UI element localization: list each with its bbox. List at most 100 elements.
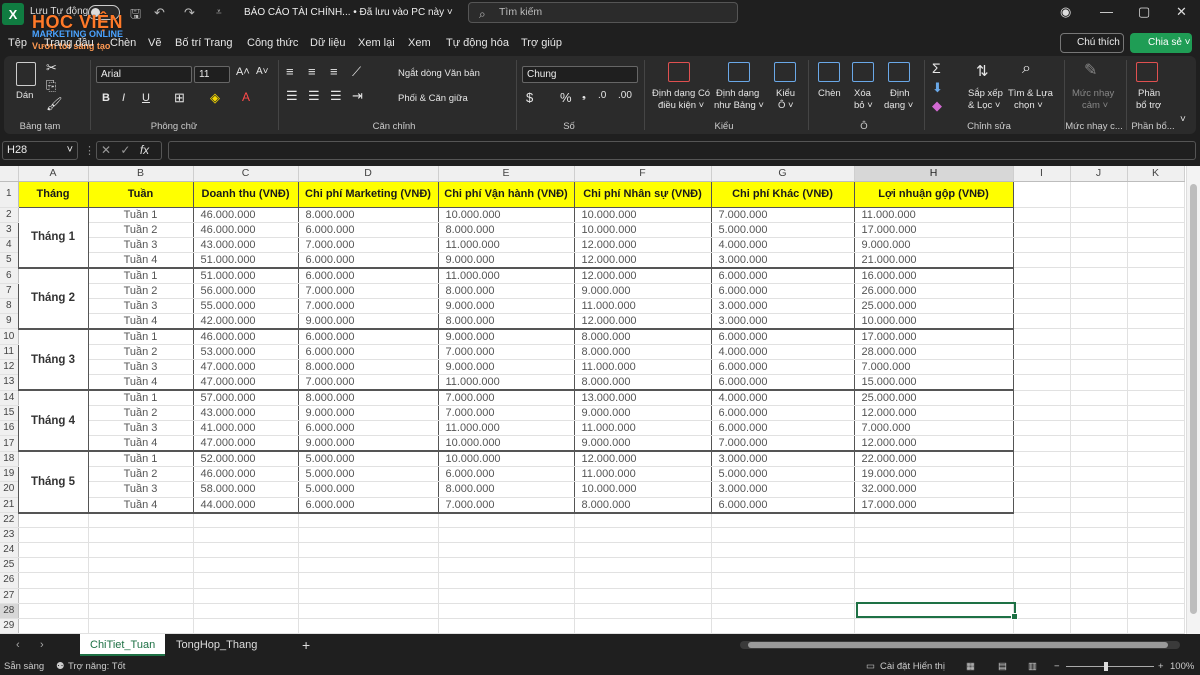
column-header-j[interactable]: J [1070, 166, 1128, 182]
column-header-e[interactable]: E [438, 166, 575, 182]
accessibility-status[interactable]: Trợ năng: Tốt [68, 661, 125, 672]
data-cell[interactable]: Tuần 2 [87, 344, 194, 361]
data-cell[interactable]: 5.000.000 [297, 451, 439, 468]
menu-home[interactable]: Trang đầu [44, 37, 94, 49]
data-cell[interactable]: 41.000.000 [192, 420, 299, 437]
cell[interactable] [854, 527, 1014, 544]
column-header-b[interactable]: B [88, 166, 194, 182]
cell[interactable] [711, 603, 855, 619]
cell[interactable] [1013, 618, 1071, 634]
cell[interactable] [1013, 481, 1071, 498]
align-left-icon[interactable]: ☰ [286, 88, 298, 104]
row-header[interactable]: 11 [0, 344, 19, 361]
data-cell[interactable]: 3.000.000 [710, 252, 855, 269]
month-cell[interactable]: Tháng 3 [17, 328, 89, 392]
cell[interactable] [711, 572, 855, 589]
cell[interactable] [1127, 588, 1185, 604]
data-cell[interactable]: Tuần 4 [87, 313, 194, 330]
data-cell[interactable]: 8.000.000 [297, 359, 439, 376]
cell[interactable] [711, 512, 855, 529]
cell[interactable] [1070, 252, 1128, 269]
cell[interactable] [574, 527, 712, 544]
header-cell[interactable]: Lợi nhuận gộp (VNĐ) [853, 180, 1014, 208]
row-header[interactable]: 19 [0, 466, 19, 483]
data-cell[interactable]: Tuần 3 [87, 298, 194, 314]
cell[interactable] [88, 527, 194, 544]
cell[interactable] [854, 618, 1014, 634]
cell[interactable] [1070, 466, 1128, 483]
data-cell[interactable]: 6.000.000 [297, 420, 439, 437]
data-cell[interactable]: 22.000.000 [853, 451, 1014, 468]
cell[interactable] [1013, 283, 1071, 299]
data-cell[interactable]: 9.000.000 [437, 298, 575, 314]
cell[interactable] [1070, 451, 1128, 468]
cell[interactable] [18, 572, 89, 589]
sort-filter-icon[interactable]: ⇅ [976, 62, 989, 80]
clear-icon[interactable]: ◆ [932, 98, 942, 114]
data-cell[interactable]: Tuần 1 [87, 328, 194, 345]
decrease-decimal-icon[interactable]: .00 [618, 90, 632, 101]
zoom-in-icon[interactable]: + [1158, 661, 1164, 672]
cell[interactable] [1127, 181, 1185, 208]
cell[interactable] [18, 618, 89, 634]
column-header-i[interactable]: I [1013, 166, 1071, 182]
data-cell[interactable]: 25.000.000 [853, 298, 1014, 314]
align-bottom-icon[interactable]: ≡ [330, 64, 338, 79]
data-cell[interactable]: 11.000.000 [853, 207, 1014, 223]
data-cell[interactable]: 7.000.000 [437, 390, 575, 407]
cell[interactable] [1070, 328, 1128, 345]
paste-label[interactable]: Dán [16, 90, 33, 101]
format-table-icon[interactable] [728, 62, 750, 82]
data-cell[interactable]: 7.000.000 [853, 359, 1014, 376]
cell[interactable] [574, 542, 712, 559]
cell[interactable] [1013, 466, 1071, 483]
menu-insert[interactable]: Chèn [110, 37, 136, 49]
data-cell[interactable]: 8.000.000 [573, 344, 712, 361]
data-cell[interactable]: 47.000.000 [192, 435, 299, 453]
bold-icon[interactable]: B [102, 92, 110, 104]
cell[interactable] [574, 588, 712, 604]
document-title[interactable]: BÁO CÁO TÀI CHÍNH... • Đã lưu vào PC này… [244, 7, 453, 18]
cell[interactable] [1127, 497, 1185, 514]
row-header[interactable]: 17 [0, 435, 19, 452]
data-cell[interactable]: 9.000.000 [437, 252, 575, 269]
row-header[interactable]: 25 [0, 557, 19, 574]
cell[interactable] [1013, 252, 1071, 269]
addins-label2[interactable]: bổ trợ [1136, 100, 1161, 111]
data-cell[interactable]: 10.000.000 [573, 222, 712, 238]
menu-file[interactable]: Tệp [8, 37, 27, 49]
cell[interactable] [88, 542, 194, 559]
customize-qat-icon[interactable]: ⩡ [216, 7, 222, 18]
cell[interactable] [1127, 328, 1185, 345]
cell[interactable] [18, 542, 89, 559]
prev-sheet-icon[interactable]: ‹ [6, 634, 30, 656]
data-cell[interactable]: 15.000.000 [853, 374, 1014, 392]
cell[interactable] [1070, 542, 1128, 559]
data-cell[interactable]: 9.000.000 [437, 328, 575, 345]
data-cell[interactable]: 12.000.000 [853, 435, 1014, 453]
cell[interactable] [1013, 497, 1071, 514]
row-header[interactable]: 21 [0, 497, 19, 514]
data-cell[interactable]: 6.000.000 [297, 252, 439, 269]
menu-page-layout[interactable]: Bố trí Trang [175, 37, 232, 49]
fill-icon[interactable]: ⬇ [932, 80, 943, 96]
row-header[interactable]: 9 [0, 313, 19, 330]
cell[interactable] [711, 557, 855, 574]
data-cell[interactable]: 9.000.000 [573, 283, 712, 299]
row-header[interactable]: 22 [0, 512, 19, 529]
cell[interactable] [1127, 618, 1185, 634]
scroll-thumb[interactable] [1190, 184, 1197, 614]
cell[interactable] [88, 572, 194, 589]
column-header-d[interactable]: D [298, 166, 439, 182]
data-cell[interactable]: 5.000.000 [297, 481, 439, 498]
page-break-view-icon[interactable]: ▥ [1028, 661, 1037, 672]
undo-icon[interactable]: ↶ [154, 5, 165, 21]
data-cell[interactable]: Tuần 3 [87, 237, 194, 253]
tab-chitiet-tuan[interactable]: ChiTiet_Tuan [80, 634, 166, 656]
column-header-h[interactable]: H [854, 166, 1014, 182]
data-cell[interactable]: 42.000.000 [192, 313, 299, 330]
data-cell[interactable]: 8.000.000 [297, 390, 439, 407]
data-cell[interactable]: 12.000.000 [853, 405, 1014, 422]
data-cell[interactable]: 8.000.000 [573, 328, 712, 345]
increase-font-icon[interactable]: A˄ [236, 66, 250, 78]
